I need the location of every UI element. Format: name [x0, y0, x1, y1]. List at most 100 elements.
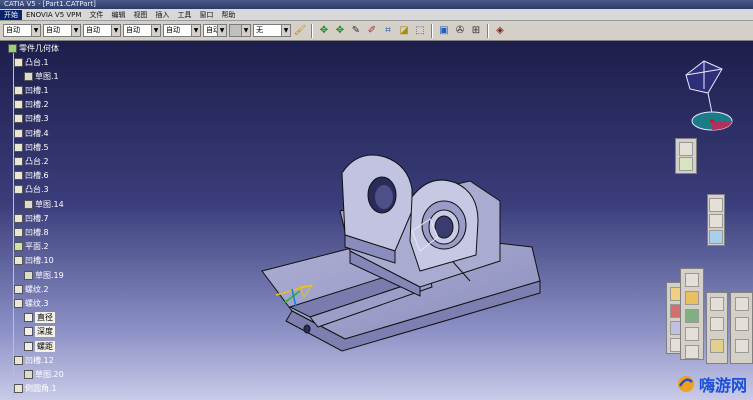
- menu-file[interactable]: 文件: [85, 10, 107, 20]
- menu-window[interactable]: 窗口: [195, 10, 217, 20]
- fillet-icon[interactable]: [685, 273, 699, 287]
- tree-item-label: 凹槽.8: [25, 227, 49, 237]
- measure-between-icon[interactable]: [710, 297, 724, 311]
- layer-select[interactable]: 自动 ▼: [203, 24, 227, 37]
- thread-icon[interactable]: [685, 345, 699, 359]
- toolbar-grip-icon[interactable]: [679, 142, 693, 156]
- tree-item-fillet[interactable]: 倒圆角.1: [14, 383, 57, 395]
- dimension-icon[interactable]: [735, 317, 749, 331]
- tree-item-label: 螺纹.2: [25, 284, 49, 294]
- tree-item-label: 凹槽.1: [25, 85, 49, 95]
- watermark: 嗨游网: [676, 372, 747, 396]
- transparency-select[interactable]: 自动 ▼: [43, 24, 81, 37]
- tree-item-pocket[interactable]: 凹槽.6: [14, 170, 49, 182]
- point-symbol-select[interactable]: 自动 ▼: [163, 24, 201, 37]
- menu-view[interactable]: 视图: [129, 10, 151, 20]
- boss-icon: [14, 156, 23, 166]
- tree-item-pocket[interactable]: 凹槽.3: [14, 113, 49, 125]
- pocket-icon: [14, 355, 23, 365]
- pocket-icon: [14, 142, 23, 152]
- menu-enovia[interactable]: ENOVIA V5 VPM: [22, 11, 85, 19]
- translate-icon[interactable]: [709, 198, 723, 212]
- mirror-icon[interactable]: [709, 214, 723, 228]
- menu-edit[interactable]: 编辑: [107, 10, 129, 20]
- print-icon[interactable]: ▣: [437, 24, 451, 38]
- menu-start[interactable]: 开始: [0, 9, 22, 20]
- param-icon: [24, 327, 33, 337]
- floating-toolbar-constraints[interactable]: [730, 292, 753, 364]
- menu-insert[interactable]: 插入: [151, 10, 173, 20]
- tree-item-boss[interactable]: 凸台.3: [14, 184, 49, 196]
- measure-item-icon[interactable]: [710, 317, 724, 331]
- rotate-icon[interactable]: ✥: [333, 24, 347, 38]
- move-icon[interactable]: ✥: [317, 24, 331, 38]
- tree-item-label: 凹槽.10: [25, 256, 54, 266]
- floating-toolbar-analysis[interactable]: [706, 292, 728, 364]
- tree-item-pocket[interactable]: 凹槽.5: [14, 141, 49, 153]
- menu-bar: 开始 ENOVIA V5 VPM 文件 编辑 视图 插入 工具 窗口 帮助: [0, 9, 753, 21]
- tree-item-sketch[interactable]: 草图.14: [24, 198, 64, 210]
- tree-item-pocket[interactable]: 凹槽.1: [14, 84, 49, 96]
- tree-item-pocket[interactable]: 凹槽.2: [14, 99, 49, 111]
- param-icon: [24, 313, 33, 323]
- constraint-icon[interactable]: [735, 297, 749, 311]
- floating-toolbar-dressup[interactable]: [680, 268, 704, 360]
- tree-item-plane[interactable]: 平面.2: [14, 241, 49, 253]
- tree-item-boss[interactable]: 凸台.2: [14, 155, 49, 167]
- surface-icon[interactable]: [679, 157, 693, 171]
- tree-item-label: 草图.20: [35, 369, 64, 379]
- pattern-icon[interactable]: [709, 230, 723, 244]
- tree-item-label: 凸台.2: [25, 156, 49, 166]
- tree-item-label: 凸台.1: [25, 57, 49, 67]
- draft-icon[interactable]: [685, 309, 699, 323]
- tree-item-pocket[interactable]: 凹槽.10: [14, 255, 54, 267]
- plane-icon[interactable]: ◪: [397, 24, 411, 38]
- chamfer-icon[interactable]: [685, 291, 699, 305]
- color-select[interactable]: 自动 ▼: [3, 24, 41, 37]
- options-icon[interactable]: ⊞: [469, 24, 483, 38]
- tree-item-sketch[interactable]: 草图.1: [24, 70, 59, 82]
- rendering-select[interactable]: 无 ▼: [253, 24, 291, 37]
- tree-item-param[interactable]: 螺距: [24, 340, 55, 352]
- tree-item-label: 凹槽.2: [25, 100, 49, 110]
- annotation-icon[interactable]: [735, 339, 749, 353]
- tree-item-thread[interactable]: 螺纹.3: [14, 297, 49, 309]
- tree-item-pocket[interactable]: 凹槽.7: [14, 212, 49, 224]
- measure-icon[interactable]: ✐: [365, 24, 379, 38]
- tree-item-param[interactable]: 深度: [24, 326, 55, 338]
- line-thickness-select[interactable]: 自动 ▼: [83, 24, 121, 37]
- shell-icon[interactable]: [685, 327, 699, 341]
- view-icon[interactable]: ⬚: [413, 24, 427, 38]
- apply-material-icon[interactable]: ◈: [493, 24, 507, 38]
- tree-item-sketch[interactable]: 草图.19: [24, 269, 64, 281]
- tree-item-param[interactable]: 直径: [24, 312, 55, 324]
- tree-item-pocket[interactable]: 凹槽.12: [14, 354, 54, 366]
- tree-root[interactable]: 零件几何体: [8, 42, 59, 54]
- pocket-icon: [14, 85, 23, 95]
- measure-inertia-icon[interactable]: [710, 339, 724, 353]
- pocket-icon: [14, 100, 23, 110]
- frame-icon[interactable]: ⌗: [381, 24, 395, 38]
- tree-item-thread[interactable]: 螺纹.2: [14, 283, 49, 295]
- thread-icon: [14, 284, 23, 294]
- tree-item-pocket[interactable]: 凹槽.8: [14, 226, 49, 238]
- pen-icon[interactable]: ✎: [349, 24, 363, 38]
- compass-icon[interactable]: ✇: [453, 24, 467, 38]
- line-type-select[interactable]: 自动 ▼: [123, 24, 161, 37]
- pocket-icon: [14, 227, 23, 237]
- floating-toolbar-transform[interactable]: [707, 194, 725, 246]
- paint-icon[interactable]: 🖌: [293, 24, 307, 38]
- specification-tree[interactable]: 零件几何体 凸台.1 草图.1 凹槽.1 凹槽.2 凹槽.3 凹槽.4 凹槽.5 凸台.2 凹槽…: [4, 42, 124, 400]
- menu-tools[interactable]: 工具: [173, 10, 195, 20]
- tree-item-sketch[interactable]: 草图.20: [24, 368, 64, 380]
- sketch-icon: [24, 270, 33, 280]
- tree-item-label: 凹槽.4: [25, 128, 49, 138]
- tree-item-boss[interactable]: 凸台.1: [14, 56, 49, 68]
- floating-toolbar-surface[interactable]: [675, 138, 697, 174]
- disabled-select[interactable]: ▼: [229, 24, 251, 37]
- tree-item-pocket[interactable]: 凹槽.4: [14, 127, 49, 139]
- tree-item-label: 凹槽.5: [25, 142, 49, 152]
- compass-widget[interactable]: [685, 60, 733, 131]
- tree-item-label: 草图.14: [35, 199, 64, 209]
- menu-help[interactable]: 帮助: [217, 10, 239, 20]
